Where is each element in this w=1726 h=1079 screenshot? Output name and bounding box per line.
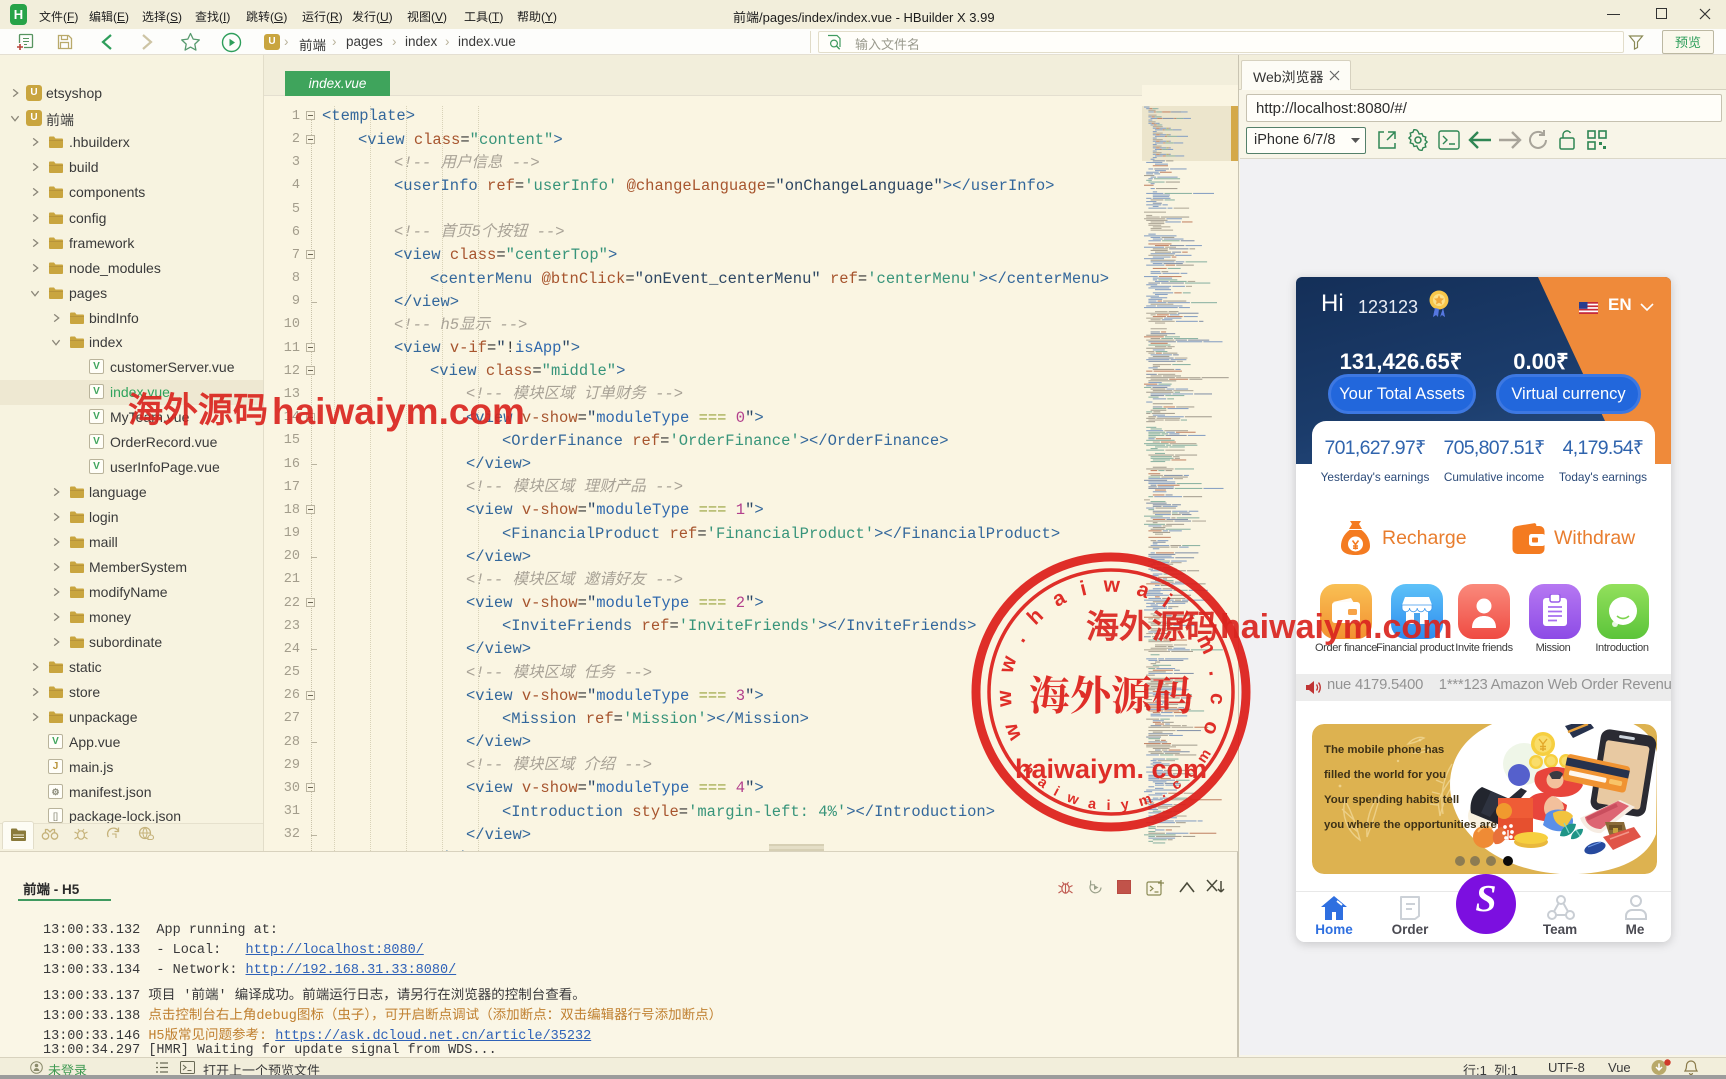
svg-text:haiwaiym. com: haiwaiym. com	[1015, 754, 1207, 784]
svg-text:海外源码: 海外源码	[1029, 663, 1193, 722]
